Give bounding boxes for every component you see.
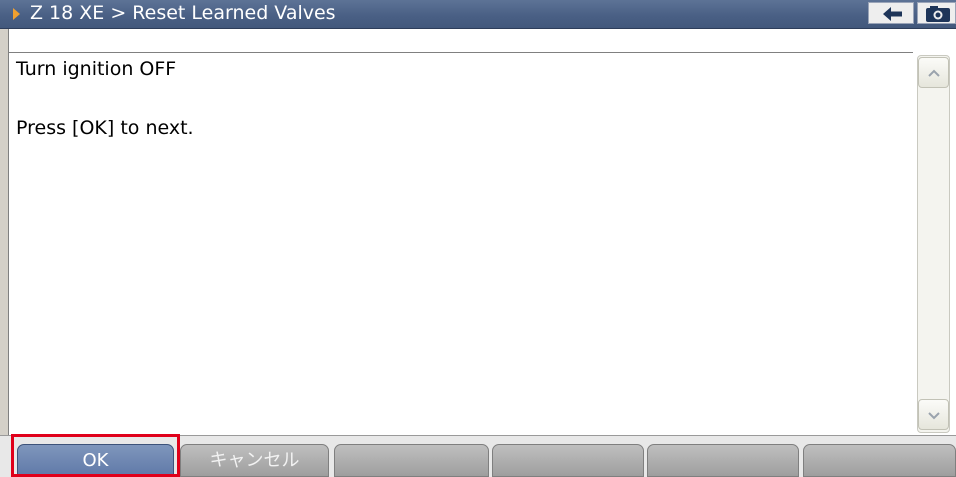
softkey-4[interactable] <box>492 444 644 477</box>
prompt-text: Press [OK] to next. <box>16 117 194 139</box>
camera-button[interactable] <box>917 2 956 24</box>
back-button[interactable] <box>868 2 914 24</box>
scroll-down-button[interactable] <box>918 399 949 430</box>
scrollbar-track[interactable] <box>917 55 950 433</box>
scroll-up-button[interactable] <box>918 57 949 88</box>
content-frame-top <box>8 29 956 53</box>
back-arrow-icon <box>883 7 902 21</box>
page-title: Z 18 XE > Reset Learned Valves <box>30 2 336 24</box>
chevron-up-icon <box>928 69 940 77</box>
cancel-button[interactable]: キャンセル <box>180 444 329 477</box>
softkey-6[interactable] <box>803 444 956 477</box>
softkey-5[interactable] <box>647 444 799 477</box>
instruction-text: Turn ignition OFF <box>16 58 177 80</box>
softkey-3[interactable] <box>334 444 489 477</box>
message-area <box>8 52 913 435</box>
ok-button[interactable]: OK <box>17 444 174 477</box>
chevron-down-icon <box>928 412 940 420</box>
camera-icon <box>926 6 950 22</box>
title-bar: Z 18 XE > Reset Learned Valves <box>0 0 956 29</box>
triangle-right-icon <box>13 8 20 20</box>
